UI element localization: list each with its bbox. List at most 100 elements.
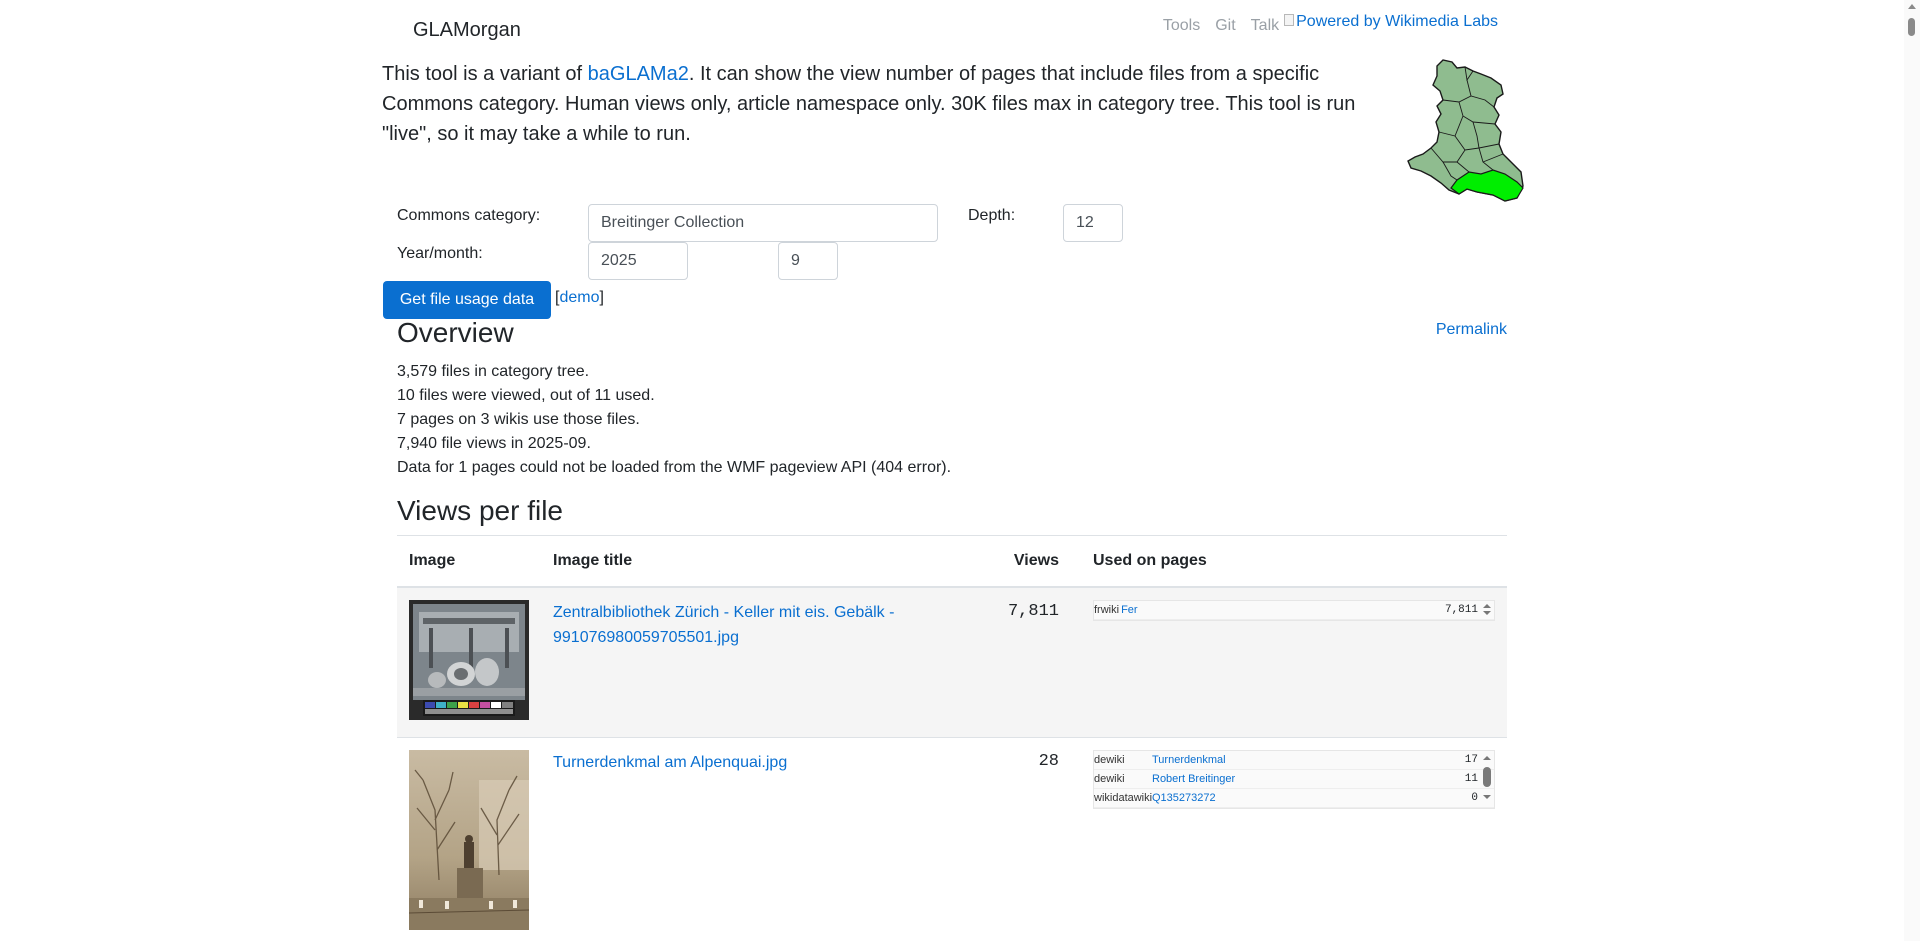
- month-input[interactable]: [778, 242, 838, 280]
- image-cell: [397, 738, 541, 947]
- thumbnail-photo: [409, 898, 529, 930]
- year-input[interactable]: [588, 242, 688, 280]
- thumbnail-photo: [505, 628, 509, 668]
- thumbnail-photo: [513, 900, 517, 908]
- nav-link-talk[interactable]: Talk: [1251, 17, 1279, 35]
- stat-line: 7,940 file views in 2025-09.: [397, 432, 1507, 456]
- usage-page-link[interactable]: Fer: [1121, 604, 1438, 616]
- usage-wiki: frwiki: [1094, 604, 1119, 616]
- column-header-used-on-pages: Used on pages: [1081, 536, 1507, 588]
- thumbnail-photo: [423, 618, 515, 624]
- intro-text-before: This tool is a variant of: [382, 63, 588, 85]
- views-per-file-heading: Views per file: [397, 494, 563, 528]
- stat-line: 7 pages on 3 wikis use those files.: [397, 408, 1507, 432]
- usage-row: frwiki Fer 7,811: [1094, 601, 1494, 620]
- thumbnail-photo: [502, 702, 513, 708]
- thumbnail-photo: [458, 702, 468, 708]
- usage-list[interactable]: dewiki Turnerdenkmal 17 dewiki Robert Br…: [1093, 750, 1495, 809]
- depth-input[interactable]: [1063, 204, 1123, 242]
- wales-map-icon: [1407, 58, 1525, 206]
- main-container: GLAMorgan Tools Git Talk Powered by Wiki…: [382, 0, 1522, 941]
- scroll-up-arrow-icon[interactable]: [1908, 4, 1916, 9]
- file-thumbnail-link[interactable]: [409, 750, 529, 935]
- get-file-usage-button[interactable]: Get file usage data: [383, 281, 551, 319]
- scroll-up-arrow-icon[interactable]: [1483, 756, 1491, 760]
- category-input[interactable]: [588, 204, 938, 242]
- permalink-link[interactable]: Permalink: [1436, 321, 1507, 339]
- image-cell: [397, 587, 541, 738]
- usage-list[interactable]: frwiki Fer 7,811: [1093, 600, 1495, 621]
- title-cell: Turnerdenkmal am Alpenquai.jpg: [541, 738, 984, 947]
- powered-by-wikimedia-labs-link[interactable]: Powered by Wikimedia Labs: [1284, 13, 1498, 31]
- thumbnail-photo: [465, 835, 473, 843]
- file-thumbnail-link[interactable]: [409, 600, 529, 725]
- depth-label: Depth:: [968, 207, 1015, 225]
- scroll-down-arrow-icon[interactable]: [1483, 795, 1491, 799]
- column-header-image-title: Image title: [541, 536, 984, 588]
- usage-row: dewiki Robert Breitinger 11: [1094, 770, 1494, 789]
- stat-line: 10 files were viewed, out of 11 used.: [397, 384, 1507, 408]
- usage-page-link[interactable]: Turnerdenkmal: [1152, 754, 1438, 766]
- thumbnail-photo: [454, 668, 468, 680]
- usage-count: 17: [1438, 754, 1478, 766]
- used-on-pages-cell: dewiki Turnerdenkmal 17 dewiki Robert Br…: [1081, 738, 1507, 947]
- brand-title[interactable]: GLAMorgan: [413, 19, 521, 42]
- thumbnail-photo: [425, 709, 513, 714]
- stat-line: Data for 1 pages could not be loaded fro…: [397, 456, 1507, 480]
- thumbnail-photo: [469, 628, 473, 668]
- usage-page-link[interactable]: Q135273272: [1152, 792, 1438, 804]
- usage-count: 7,811: [1438, 604, 1478, 616]
- page-scrollbar-thumb[interactable]: [1908, 18, 1915, 36]
- thumbnail-photo: [413, 688, 525, 696]
- query-form: Commons category: Depth: Year/month: Get…: [382, 204, 1522, 324]
- demo-link-wrapper: [demo]: [555, 289, 604, 307]
- usage-count: 0: [1438, 792, 1478, 804]
- usage-row: wikidatawiki Q135273272 0: [1094, 789, 1494, 808]
- thumbnail-photo: [419, 900, 423, 908]
- usage-scrollbar[interactable]: [1480, 751, 1494, 808]
- broken-image-icon: [1284, 14, 1294, 26]
- usage-row: dewiki Turnerdenkmal 17: [1094, 751, 1494, 770]
- thumbnail-photo: [428, 672, 446, 688]
- usage-page-link[interactable]: Robert Breitinger: [1152, 773, 1438, 785]
- thumbnail-photo: [464, 842, 474, 868]
- thumbnail-photo: [480, 702, 490, 708]
- file-title-link[interactable]: Turnerdenkmal am Alpenquai.jpg: [553, 754, 787, 771]
- thumbnail-photo: [447, 702, 457, 708]
- thumbnail-photo: [457, 868, 483, 898]
- column-header-image: Image: [397, 536, 541, 588]
- page-scrollbar[interactable]: [1904, 0, 1920, 941]
- top-nav: Tools Git Talk Powered by Wikimedia Labs: [1148, 13, 1522, 35]
- thumbnail-image: [409, 600, 529, 720]
- thumbnail-photo: [491, 702, 501, 708]
- file-title-link[interactable]: Zentralbibliothek Zürich - Keller mit ei…: [553, 604, 894, 646]
- thumbnail-image: [409, 750, 529, 930]
- usage-scrollbar-thumb[interactable]: [1483, 767, 1491, 787]
- nav-link-tools[interactable]: Tools: [1163, 17, 1200, 35]
- baglama2-link[interactable]: baGLAMa2: [588, 63, 689, 85]
- usage-wiki: wikidatawiki: [1094, 792, 1152, 804]
- usage-scrollbar[interactable]: [1480, 601, 1494, 620]
- scroll-up-arrow-icon[interactable]: [1483, 604, 1491, 608]
- overview-heading: Overview: [397, 316, 1507, 350]
- thumbnail-photo: [429, 628, 433, 668]
- nav-link-git[interactable]: Git: [1215, 17, 1235, 35]
- column-header-views: Views: [984, 536, 1081, 588]
- stat-line: 3,579 files in category tree.: [397, 360, 1507, 384]
- thumbnail-photo: [469, 702, 479, 708]
- demo-link[interactable]: demo: [559, 289, 599, 306]
- views-count: 7,811: [984, 587, 1081, 738]
- intro-text: This tool is a variant of baGLAMa2. It c…: [382, 59, 1372, 149]
- powered-by-alt-text: Powered by Wikimedia Labs: [1296, 13, 1498, 31]
- yearmonth-label: Year/month:: [397, 245, 483, 263]
- thumbnail-photo: [445, 901, 449, 909]
- scroll-down-arrow-icon[interactable]: [1483, 611, 1491, 615]
- views-count: 28: [984, 738, 1081, 947]
- thumbnail-photo: [475, 658, 499, 686]
- title-cell: Zentralbibliothek Zürich - Keller mit ei…: [541, 587, 984, 738]
- overview-section: Overview Permalink 3,579 files in catego…: [397, 316, 1507, 480]
- used-on-pages-cell: frwiki Fer 7,811: [1081, 587, 1507, 738]
- thumbnail-photo: [436, 702, 446, 708]
- table-row: Zentralbibliothek Zürich - Keller mit ei…: [397, 587, 1507, 738]
- demo-bracket-close: ]: [599, 289, 603, 306]
